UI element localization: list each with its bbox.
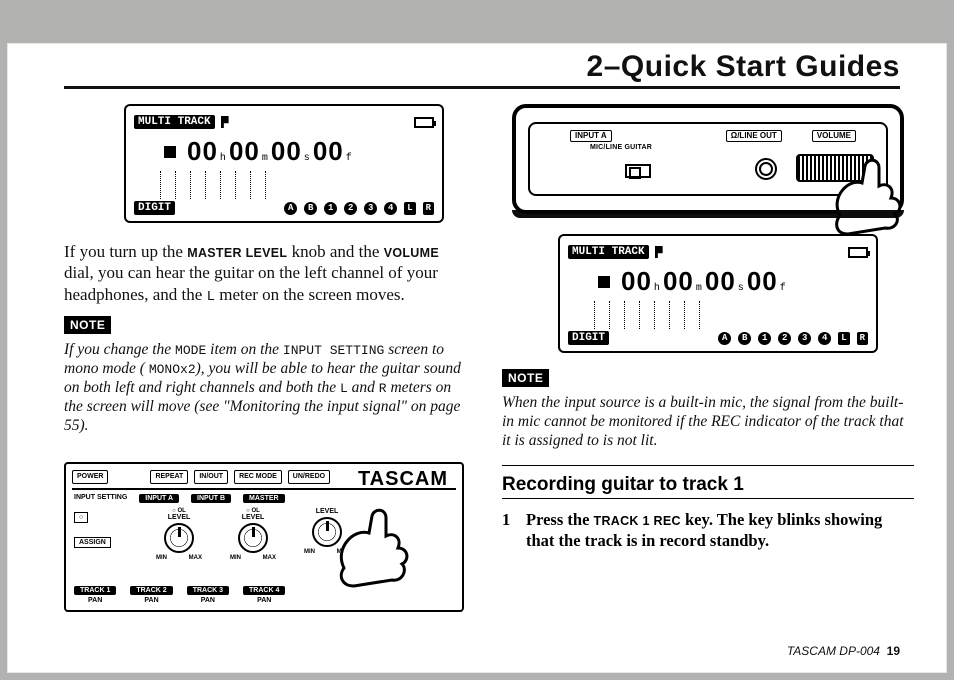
stop-icon [598, 276, 610, 288]
note-left: If you change the MODE item on the INPUT… [64, 341, 464, 436]
note-tag: NOTE [502, 369, 549, 387]
lcd-mode-badge: MULTI TRACK [134, 115, 215, 129]
paragraph-intro: If you turn up the MASTER LEVEL knob and… [64, 241, 464, 306]
note-right: When the input source is a built-in mic,… [502, 394, 914, 451]
header-rule [64, 86, 900, 89]
battery-icon [848, 247, 868, 258]
note-tag: NOTE [64, 316, 111, 334]
lcd-digit-badge: DIGIT [134, 201, 175, 215]
step-number: 1 [502, 509, 516, 551]
chapter-title: 2–Quick Start Guides [587, 50, 900, 84]
left-column: MULTI TRACK 00h 00m 00s 00f DIGIT [64, 104, 464, 632]
section-rule-bottom [502, 498, 914, 499]
line-out-jack [755, 158, 777, 180]
page-footer: TASCAM DP-004 19 [787, 644, 900, 658]
flag-icon [221, 116, 229, 128]
section-heading: Recording guitar to track 1 [502, 474, 914, 496]
knob-input-b [238, 523, 268, 553]
sheet: 2–Quick Start Guides MULTI TRACK 00h 00m… [8, 44, 946, 672]
chapter-header: 2–Quick Start Guides [587, 50, 900, 84]
flag-icon [655, 246, 663, 258]
figure-lcd-1: MULTI TRACK 00h 00m 00s 00f DIGIT [124, 104, 444, 223]
section-rule-top [502, 465, 914, 466]
page: 2–Quick Start Guides MULTI TRACK 00h 00m… [0, 0, 954, 680]
mic-line-guitar-label: MIC/LINE GUITAR [590, 144, 652, 151]
figure-device-top: INPUT A Ω/LINE OUT VOLUME MIC/LINE GUITA… [512, 104, 904, 214]
step-1: 1 Press the TRACK 1 REC key. The key bli… [502, 509, 914, 551]
lcd-time-row: 00h 00m 00s 00f [164, 136, 434, 167]
right-column: INPUT A Ω/LINE OUT VOLUME MIC/LINE GUITA… [502, 104, 914, 632]
knob-row: ○ OL LEVEL MINMAX ○ OL LEVEL MINMAX LEVE… [156, 508, 350, 561]
knob-input-a [164, 523, 194, 553]
figure-lcd-2: MULTI TRACK 00h 00m 00s 00f DIGIT [558, 234, 878, 353]
figure-device-front: POWER REPEAT IN/OUT REC MODE UN/REDO TAS… [64, 462, 464, 612]
lcd-meters [160, 171, 432, 199]
track-row: TRACK 1PAN TRACK 2PAN TRACK 3PAN TRACK 4… [74, 586, 454, 604]
lcd-track-row: DIGIT A B 1 2 3 4 L R [134, 201, 434, 215]
battery-icon [414, 117, 434, 128]
input-a-switch [625, 164, 651, 178]
stop-icon [164, 146, 176, 158]
